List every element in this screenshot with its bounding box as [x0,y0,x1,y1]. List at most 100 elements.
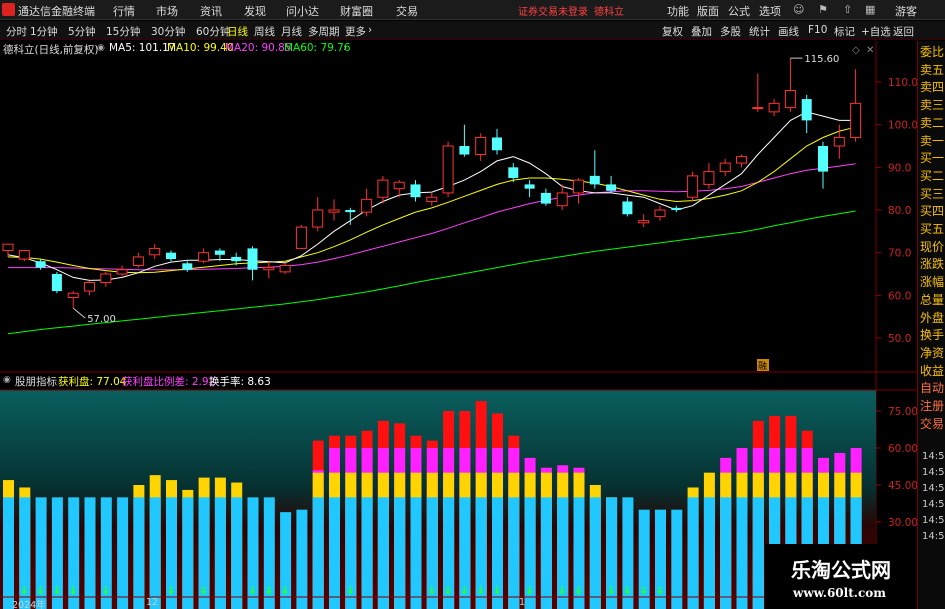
ma60-label: MA60: 79.76 [284,42,351,54]
grid-icon[interactable]: ▦ [865,3,875,16]
indicator-name[interactable]: 股朋指标 [15,374,57,389]
btn-mark[interactable]: 标记 [834,24,855,39]
btn-multi-stock[interactable]: 多股 [720,24,741,39]
login-warning[interactable]: 证券交易未登录 [518,3,588,18]
menu-function[interactable]: 功能 [667,3,689,19]
candle-body [345,210,356,213]
candle-body [556,192,568,207]
blue-bar [736,497,748,609]
candle-body [606,184,617,191]
candle-body [410,184,421,198]
quote-label: 卖一 [920,133,945,148]
quote-label: 买二 [920,168,945,183]
low-price-label: 57.00 [87,314,116,325]
tab-60min[interactable]: 60分钟 [196,24,230,39]
indicator-toggle-icon[interactable]: ◉ [3,375,11,385]
tab-daily[interactable]: 日线 [227,24,248,39]
turnover-value: 换手率: 8.63 [209,376,271,388]
blue-bar [149,497,161,609]
tab-monthly[interactable]: 月线 [281,24,302,39]
candle-body [573,179,584,194]
candle-body [361,198,373,213]
tab-weekly[interactable]: 周线 [254,24,275,39]
margin-badge-label: 融 [758,361,767,372]
blue-bar [214,497,226,609]
btn-stats[interactable]: 统计 [749,24,770,39]
menu-options[interactable]: 选项 [759,3,781,19]
btn-draw[interactable]: 画线 [778,24,799,39]
menu-news[interactable]: 资讯 [200,3,222,19]
trade-time: 14:56 [922,467,945,478]
more-chevron-icon[interactable]: › [368,24,372,36]
indicator-axis-label: 30.00 [888,517,917,529]
date-label-1: 1 [519,597,526,608]
btn-back[interactable]: 返回 [893,24,914,39]
chart-area[interactable]: 110.0100.090.080.070.060.050.0 115.6057.… [0,41,917,609]
blue-bar [377,497,389,609]
tab-30min[interactable]: 30分钟 [151,24,185,39]
candle-body [736,156,747,164]
blue-bar [508,497,520,609]
menu-wealth[interactable]: 财富圈 [340,3,373,19]
candle-body [166,252,176,260]
tab-multi-period[interactable]: 多周期 [308,24,340,39]
blue-bar [312,497,324,609]
quote-label: 买五 [920,222,945,236]
tab-intraday[interactable]: 分时 [6,24,27,39]
candle-body [18,250,30,260]
candle-body [100,273,112,284]
candle-body [784,90,796,109]
candle-body [671,207,682,210]
menu-ask[interactable]: 问小达 [286,3,319,19]
menu-discover[interactable]: 发现 [244,3,266,19]
ma-toggle-icon[interactable]: ◉ [97,43,105,53]
smile-icon[interactable]: ☺ [793,3,804,16]
header-chevron-icon[interactable]: › [343,42,347,54]
blue-bar [687,497,699,609]
quote-label: 外盘 [920,310,945,325]
blue-bar [361,497,373,609]
tab-15min[interactable]: 15分钟 [106,24,140,39]
candle-body [540,192,551,204]
indicator-axis-label: 60.00 [888,443,917,455]
date-label-2024: 2024年 [12,600,46,609]
watermark-url: www.60lt.com [793,586,886,600]
candle-body [393,181,405,190]
btn-f10[interactable]: F10 [808,24,827,36]
blue-bar [84,497,96,609]
menu-layout[interactable]: 版面 [697,3,719,19]
flag-icon[interactable]: ⚑ [818,3,828,16]
price-panel [0,57,876,372]
candle-body [752,107,764,110]
date-label-12: 12 [146,597,159,608]
tab-5min[interactable]: 5分钟 [68,24,96,39]
candle-body [492,137,502,151]
quote-label: 自动 [920,381,945,396]
menu-quotes[interactable]: 行情 [113,3,135,19]
blue-bar [540,497,552,609]
candle-body [622,201,633,215]
quote-label: 卖五 [920,62,945,77]
tab-more[interactable]: 更多 [345,24,366,39]
trade-time: 14:56 [922,531,945,542]
candle-body [182,263,193,270]
candle-body [263,267,275,271]
btn-overlay[interactable]: 叠加 [691,24,712,39]
share-icon[interactable]: ⇧ [843,3,852,16]
menu-trade[interactable]: 交易 [396,3,418,19]
blue-bar [117,497,129,609]
candle-body [279,264,291,273]
quote-label: 买一 [920,151,945,166]
quote-label: 卖二 [920,115,945,130]
btn-add-watchlist[interactable]: +自选 [861,24,891,39]
guest-label[interactable]: 游客 [895,3,917,19]
tab-1min[interactable]: 1分钟 [30,24,58,39]
candle-body [2,243,14,252]
ma5-label: MA5: 101.17 [109,42,176,54]
menu-bar: 通达信金融终端 行情 市场 资讯 发现 问小达 财富圈 交易 证券交易未登录 德… [0,0,945,20]
blue-bar [671,509,683,609]
blue-bar [182,497,194,609]
menu-market[interactable]: 市场 [156,3,178,19]
menu-formula[interactable]: 公式 [728,3,750,19]
btn-adjust[interactable]: 复权 [662,24,683,39]
